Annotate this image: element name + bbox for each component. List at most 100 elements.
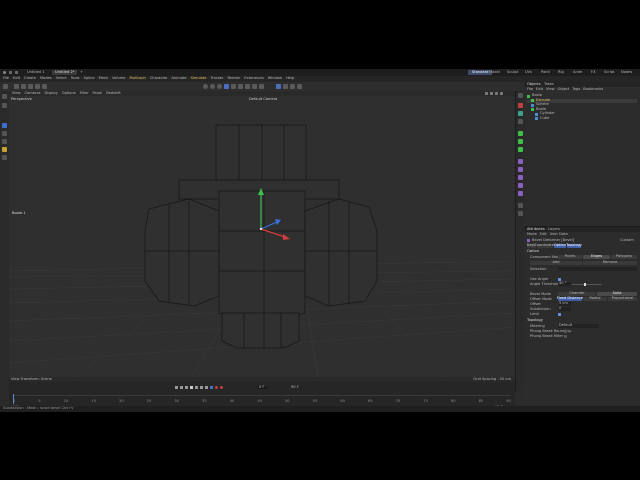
new-tab-icon[interactable]: + xyxy=(80,70,83,75)
doc-tab-1[interactable]: Untitled 1 xyxy=(24,70,48,75)
menu-select[interactable]: Select xyxy=(56,77,67,81)
plus-icon[interactable] xyxy=(518,131,523,136)
menu-icon[interactable] xyxy=(15,71,18,74)
cube-icon[interactable] xyxy=(224,83,229,89)
menu-file[interactable]: File xyxy=(3,77,9,81)
workplane-icon[interactable] xyxy=(283,83,288,89)
offset-proportional-button[interactable]: Proportional xyxy=(608,297,637,301)
current-frame-field[interactable]: 0 F xyxy=(257,385,267,390)
snap-icon[interactable] xyxy=(276,83,281,89)
menu-modes[interactable]: Modes xyxy=(40,77,52,81)
selection-field[interactable] xyxy=(558,267,637,271)
menu-animate[interactable]: Animate xyxy=(172,77,187,81)
menu-mesh[interactable]: Mesh xyxy=(99,77,108,81)
material-icon[interactable] xyxy=(518,111,523,116)
plugin-icon[interactable] xyxy=(518,139,523,144)
uv-mode-icon[interactable] xyxy=(2,147,7,152)
layout-tab-6[interactable]: Anim xyxy=(573,70,582,75)
render-picture-icon[interactable] xyxy=(210,83,215,89)
phong-rounding-checkbox[interactable] xyxy=(564,329,567,333)
layout-tab-9[interactable]: Nodes xyxy=(621,70,632,75)
layout-tab-4[interactable]: Paint xyxy=(541,70,550,75)
angle-threshold-field[interactable]: 40 ° xyxy=(558,281,571,286)
scene-canvas[interactable] xyxy=(9,91,515,382)
om-menu-edit[interactable]: Edit xyxy=(536,87,543,92)
next-key-icon[interactable] xyxy=(200,386,203,389)
menu-tracker[interactable]: Tracker xyxy=(211,77,224,81)
menu-extensions[interactable]: Extensions xyxy=(244,77,264,81)
menu-tools[interactable]: Tools xyxy=(71,77,80,81)
menu-spline[interactable]: Spline xyxy=(84,77,95,81)
render-view-icon[interactable] xyxy=(203,83,208,89)
slider-handle[interactable] xyxy=(584,283,586,286)
environment-icon[interactable] xyxy=(518,167,523,172)
play-icon[interactable] xyxy=(190,386,193,389)
subdivision-field[interactable]: 0 xyxy=(558,306,571,311)
layout-tab-3[interactable]: UVs xyxy=(525,70,532,75)
model-mode-icon[interactable] xyxy=(2,123,7,128)
angle-threshold-slider[interactable] xyxy=(572,283,602,286)
menu-character[interactable]: Character xyxy=(150,77,168,81)
spline-icon[interactable] xyxy=(231,83,236,89)
loop-icon[interactable] xyxy=(210,386,213,389)
mode-edges-button[interactable]: Edges xyxy=(583,255,610,259)
paint-icon[interactable] xyxy=(2,155,7,160)
layout-icon[interactable] xyxy=(9,71,12,74)
tab-option[interactable]: Option xyxy=(554,244,566,248)
scale-tool-icon[interactable] xyxy=(21,83,26,89)
om-menu-file[interactable]: File xyxy=(527,87,533,92)
deformer-icon[interactable] xyxy=(245,83,250,89)
menu-edit[interactable]: Edit xyxy=(13,77,20,81)
viewport[interactable]: View Cameras Display Options Filter Pane… xyxy=(9,91,515,382)
generator-icon[interactable] xyxy=(238,83,243,89)
rotate-tool-icon[interactable] xyxy=(28,83,33,89)
om-menu-object[interactable]: Object xyxy=(558,87,570,92)
phong-miter-checkbox[interactable] xyxy=(564,334,567,338)
mode-points-button[interactable]: Points xyxy=(558,255,582,259)
menu-help[interactable]: Help xyxy=(286,77,294,81)
redshift-icon[interactable] xyxy=(518,103,523,108)
offset-radial-button[interactable]: Radial xyxy=(583,297,607,301)
use-angle-checkbox[interactable] xyxy=(558,277,561,281)
move-tool-icon[interactable] xyxy=(14,83,19,89)
mode-polygons-button[interactable]: Polygons xyxy=(611,255,637,259)
viewport-solo-icon[interactable] xyxy=(297,83,302,89)
am-menu-user-data[interactable]: User Data xyxy=(550,232,568,237)
sky-icon[interactable] xyxy=(518,159,523,164)
layout-switch-icon[interactable] xyxy=(518,93,523,98)
light-rig-icon[interactable] xyxy=(518,175,523,180)
texture-manager-icon[interactable] xyxy=(518,211,523,216)
light-icon[interactable] xyxy=(259,83,264,89)
om-menu-bookmarks[interactable]: Bookmarks xyxy=(583,87,603,92)
menu-volume[interactable]: Volume xyxy=(112,77,125,81)
remove-button[interactable]: Remove xyxy=(583,261,637,265)
prev-frame-icon[interactable] xyxy=(185,386,188,389)
record-icon[interactable] xyxy=(215,386,218,389)
select-tool-icon[interactable] xyxy=(35,83,40,89)
search-icon[interactable] xyxy=(2,94,7,99)
render-view-panel-icon[interactable] xyxy=(518,203,523,208)
tab-objects[interactable]: Objects xyxy=(527,82,541,87)
autokey-icon[interactable] xyxy=(220,386,223,389)
field-icon[interactable] xyxy=(252,83,257,89)
custom-dropdown[interactable]: Custom xyxy=(620,238,634,243)
menu-render[interactable]: Render xyxy=(227,77,240,81)
camera-icon[interactable] xyxy=(518,119,523,124)
tab-coordinates[interactable]: Coordinates xyxy=(534,244,556,248)
points-mode-icon[interactable] xyxy=(2,103,7,108)
layout-tab-7[interactable]: FX xyxy=(591,70,596,75)
om-menu-tags[interactable]: Tags xyxy=(572,87,580,92)
menu-simulate[interactable]: Simulate xyxy=(191,77,207,81)
edges-mode-icon[interactable] xyxy=(2,131,7,136)
tab-topology[interactable]: Topology xyxy=(566,244,582,248)
polygons-mode-icon[interactable] xyxy=(2,139,7,144)
limit-checkbox[interactable] xyxy=(558,312,561,316)
am-menu-edit[interactable]: Edit xyxy=(540,232,547,237)
list-item[interactable]: Cube xyxy=(527,116,637,122)
mitering-dropdown[interactable]: Default xyxy=(558,323,599,328)
layout-tab-1[interactable]: Model xyxy=(489,70,500,75)
add-button[interactable]: Add xyxy=(530,261,582,265)
dome-icon[interactable] xyxy=(518,183,523,188)
render-settings-icon[interactable] xyxy=(217,83,222,89)
tab-layers[interactable]: Layers xyxy=(548,227,560,232)
